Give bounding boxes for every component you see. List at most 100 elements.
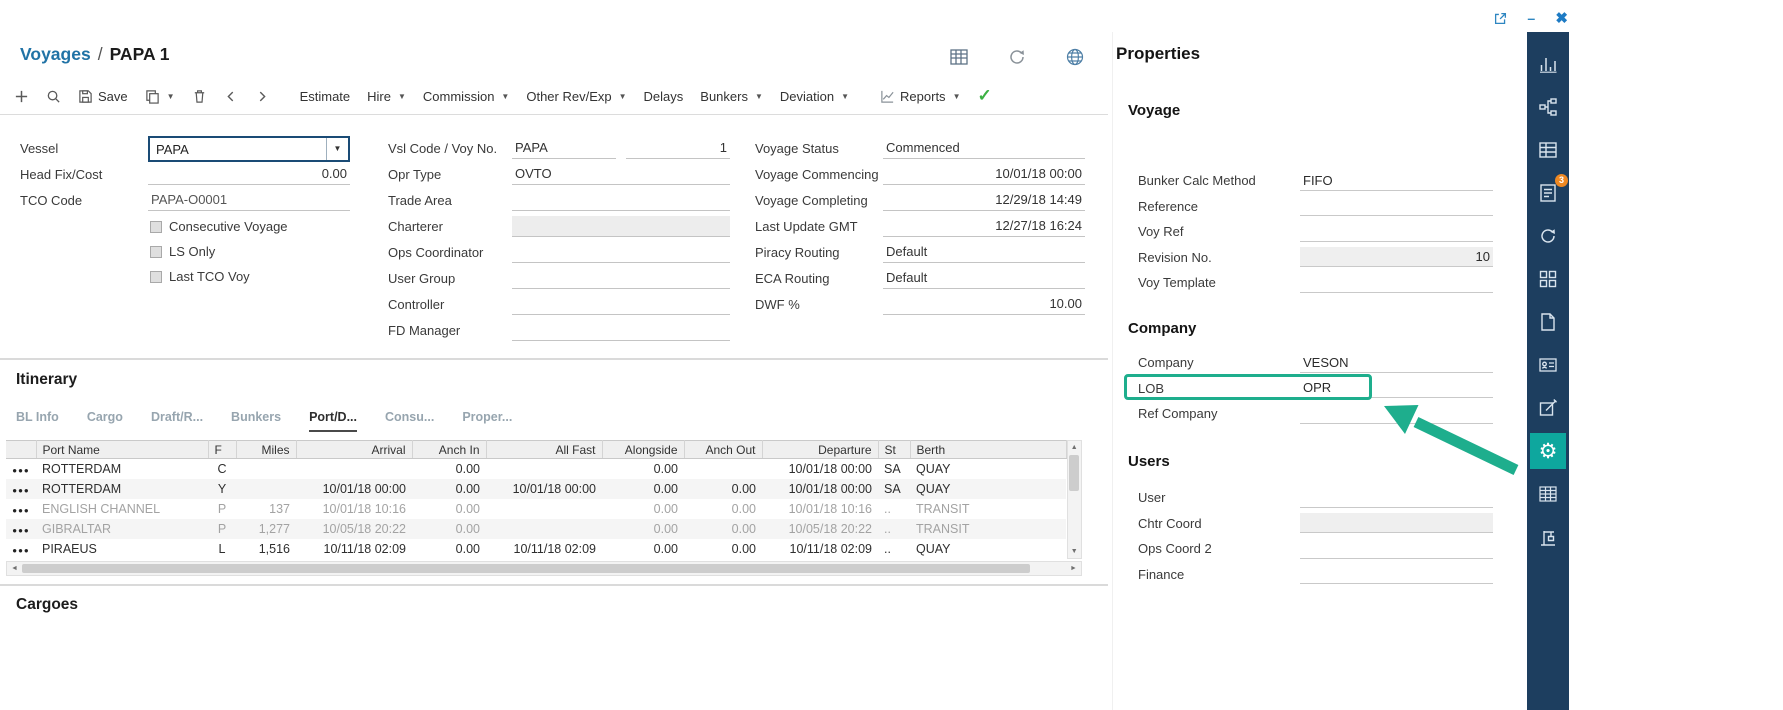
col-port-name[interactable]: Port Name (36, 441, 208, 459)
eca-routing-field[interactable]: Default (883, 268, 1085, 289)
cell-anch-out[interactable]: 0.00 (684, 519, 762, 539)
scroll-down-icon[interactable]: ▼ (1068, 545, 1082, 558)
cell-f[interactable]: C (208, 459, 236, 479)
cell-arrival[interactable]: 10/01/18 00:00 (296, 479, 412, 499)
cell-all-fast-link[interactable]: 10/11/18 02:09 (486, 539, 602, 559)
col-anch-in[interactable]: Anch In (412, 441, 486, 459)
col-f[interactable]: F (208, 441, 236, 459)
voy-ref-field[interactable] (1300, 222, 1493, 242)
next-button[interactable] (255, 89, 269, 104)
add-button[interactable] (14, 89, 29, 104)
cell-miles[interactable]: 137 (236, 499, 296, 519)
vertical-scrollbar[interactable]: ▲ ▼ (1067, 440, 1083, 559)
cell-anch-out[interactable]: 0.00 (684, 539, 762, 559)
tab-draft-restrictions[interactable]: Draft/R... (151, 410, 203, 432)
row-menu-icon[interactable]: ●●● (12, 506, 30, 515)
cell-miles[interactable]: 1,277 (236, 519, 296, 539)
cell-f[interactable]: P (208, 499, 236, 519)
row-menu-icon[interactable]: ●●● (12, 546, 30, 555)
deviation-menu-button[interactable]: Deviation▼ (780, 89, 849, 104)
cell-st[interactable]: .. (878, 499, 910, 519)
cell-departure[interactable]: 10/05/18 20:22 (762, 519, 878, 539)
finance-field[interactable] (1300, 564, 1493, 584)
cell-f[interactable]: P (208, 519, 236, 539)
hire-menu-button[interactable]: Hire▼ (367, 89, 406, 104)
vertical-scroll-thumb[interactable] (1069, 455, 1079, 491)
trade-area-field[interactable] (512, 190, 730, 211)
scroll-right-icon[interactable]: ► (1067, 563, 1080, 574)
cell-anch-in[interactable]: 0.00 (412, 459, 486, 479)
chtr-coord-field[interactable] (1300, 513, 1493, 533)
data-table-icon[interactable] (948, 46, 970, 68)
settings-icon[interactable]: ⚙ (1530, 433, 1566, 469)
cell-alongside[interactable]: 0.00 (602, 519, 684, 539)
charterer-field[interactable] (512, 216, 730, 237)
scroll-left-icon[interactable]: ◄ (8, 563, 21, 574)
col-alongside[interactable]: Alongside (602, 441, 684, 459)
cell-alongside[interactable]: 0.00 (602, 499, 684, 519)
cell-st[interactable]: .. (878, 519, 910, 539)
table-row[interactable]: ●●● ENGLISH CHANNEL P 137 10/01/18 10:16… (6, 499, 1066, 519)
document-icon[interactable] (1530, 304, 1566, 340)
cell-all-fast-link[interactable]: 10/01/18 00:00 (486, 479, 602, 499)
bunkers-menu-button[interactable]: Bunkers▼ (700, 89, 763, 104)
row-menu-icon[interactable]: ●●● (12, 466, 30, 475)
cell-arrival[interactable]: 10/11/18 02:09 (296, 539, 412, 559)
cell-alongside[interactable]: 0.00 (602, 459, 684, 479)
consecutive-voyage-checkbox[interactable] (150, 221, 162, 233)
cell-port[interactable]: GIBRALTAR (36, 519, 208, 539)
cell-port[interactable]: ENGLISH CHANNEL (36, 499, 208, 519)
cell-port[interactable]: PIRAEUS (36, 539, 208, 559)
cell-f[interactable]: L (208, 539, 236, 559)
cell-berth[interactable]: QUAY (910, 459, 1066, 479)
col-departure[interactable]: Departure (762, 441, 878, 459)
horizontal-scrollbar[interactable]: ◄ ► (6, 561, 1082, 576)
cell-miles[interactable] (236, 459, 296, 479)
controller-field[interactable] (512, 294, 730, 315)
port-crane-icon[interactable] (1530, 519, 1566, 555)
delays-button[interactable]: Delays (644, 89, 684, 104)
cell-anch-out[interactable]: 0.00 (684, 479, 762, 499)
sync-icon[interactable] (1530, 218, 1566, 254)
other-revexp-menu-button[interactable]: Other Rev/Exp▼ (526, 89, 626, 104)
dwf-field[interactable]: 10.00 (883, 294, 1085, 315)
cell-departure[interactable]: 10/01/18 00:00 (762, 459, 878, 479)
cell-berth[interactable]: TRANSIT (910, 519, 1066, 539)
cell-berth[interactable]: QUAY (910, 479, 1066, 499)
col-st[interactable]: St (878, 441, 910, 459)
scroll-up-icon[interactable]: ▲ (1068, 441, 1082, 454)
cell-anch-in[interactable]: 0.00 (412, 479, 486, 499)
compose-icon[interactable] (1530, 390, 1566, 426)
ops-coordinator-field[interactable] (512, 242, 730, 263)
tab-port-dates[interactable]: Port/D... (309, 410, 357, 432)
cell-st[interactable]: .. (878, 539, 910, 559)
analytics-icon[interactable] (1530, 46, 1566, 82)
table-icon[interactable] (1530, 132, 1566, 168)
col-anch-out[interactable]: Anch Out (684, 441, 762, 459)
user-group-field[interactable] (512, 268, 730, 289)
horizontal-scroll-thumb[interactable] (22, 564, 1030, 573)
cell-miles[interactable]: 1,516 (236, 539, 296, 559)
grid-icon[interactable] (1530, 261, 1566, 297)
tasks-icon[interactable]: 3 (1530, 175, 1566, 211)
combo-dropdown-button[interactable]: ▼ (326, 138, 348, 160)
col-all-fast[interactable]: All Fast (486, 441, 602, 459)
opr-type-field[interactable]: OVTO (512, 164, 730, 185)
breadcrumb-voyages-link[interactable]: Voyages (20, 44, 91, 64)
popout-button[interactable] (1494, 12, 1507, 25)
cell-anch-in[interactable]: 0.00 (412, 499, 486, 519)
cell-all-fast[interactable] (486, 459, 602, 479)
col-arrival[interactable]: Arrival (296, 441, 412, 459)
col-miles[interactable]: Miles (236, 441, 296, 459)
cell-alongside[interactable]: 0.00 (602, 539, 684, 559)
table-row[interactable]: ●●● ROTTERDAM Y 10/01/18 00:00 0.00 10/0… (6, 479, 1066, 499)
cell-anch-out[interactable] (684, 459, 762, 479)
tab-bunkers[interactable]: Bunkers (231, 410, 281, 432)
row-menu-icon[interactable]: ●●● (12, 526, 30, 535)
table-row[interactable]: ●●● ROTTERDAM C 0.00 0.00 10/01/18 00:00… (6, 459, 1066, 479)
minimize-button[interactable]: – (1527, 10, 1535, 26)
cell-arrival[interactable]: 10/05/18 20:22 (296, 519, 412, 539)
lob-field[interactable]: OPR (1300, 378, 1493, 398)
head-fix-field[interactable]: 0.00 (148, 164, 350, 185)
ops-coord-2-field[interactable] (1300, 539, 1493, 559)
